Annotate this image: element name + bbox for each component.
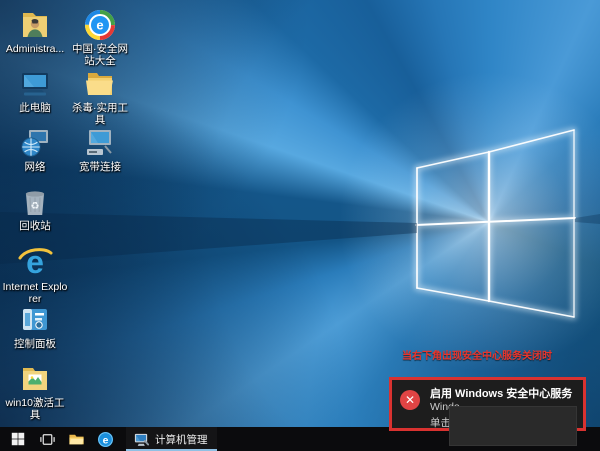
icon-label: win10激活工具: [2, 397, 68, 421]
taskbar-app-label: 计算机管理: [155, 432, 208, 447]
file-explorer-button[interactable]: [64, 427, 88, 451]
desktop-icon-antivirus-tools[interactable]: 杀毒·实用工具: [67, 67, 133, 126]
user-folder-icon: [18, 8, 52, 42]
icon-label: 控制面板: [2, 338, 68, 350]
internet-explorer-icon: e: [16, 244, 54, 280]
recycle-bin-icon: ♻: [18, 185, 52, 219]
win10-activation-folder-icon: [18, 362, 52, 396]
desktop-icon-win10-activation[interactable]: win10激活工具: [2, 362, 68, 421]
antivirus-tools-folder-icon: [83, 67, 117, 101]
control-panel-icon: [18, 303, 52, 337]
network-icon: [18, 126, 52, 160]
e-browser-icon: e: [97, 431, 114, 448]
icon-label: 宽带连接: [67, 161, 133, 173]
desktop-icon-internet-explorer[interactable]: e Internet Explorer: [2, 244, 68, 303]
task-view-icon: [39, 431, 56, 448]
svg-text:e: e: [102, 435, 108, 446]
icon-label: 杀毒·实用工具: [67, 102, 133, 126]
desktop-icon-column-1: Administra... 此电脑 网络 ♻: [2, 8, 68, 421]
annotation-hint-text: 当右下角出现安全中心服务关闭时: [402, 347, 592, 362]
desktop-icon-administrator[interactable]: Administra...: [2, 8, 68, 67]
icon-label: 网络: [2, 161, 68, 173]
broadband-connection-icon: [83, 126, 117, 160]
svg-text:♻: ♻: [31, 201, 40, 212]
desktop-icon-broadband[interactable]: 宽带连接: [67, 126, 133, 185]
computer-management-icon: [133, 431, 150, 448]
icon-label: Internet Explorer: [2, 281, 68, 305]
error-x-icon: ✕: [400, 390, 420, 410]
icon-label: 中国·安全网站大全: [67, 43, 133, 67]
toast-title: 启用 Windows 安全中心服务: [430, 385, 580, 401]
file-explorer-icon: [68, 431, 85, 448]
desktop-icon-china-safe-sites[interactable]: e 中国·安全网站大全: [67, 8, 133, 67]
desktop-icon-network[interactable]: 网络: [2, 126, 68, 185]
svg-text:e: e: [96, 18, 103, 33]
desktop-icon-control-panel[interactable]: 控制面板: [2, 303, 68, 362]
this-pc-icon: [18, 67, 52, 101]
windows-desktop: Administra... 此电脑 网络 ♻: [0, 0, 600, 451]
icon-label: 回收站: [2, 220, 68, 232]
icon-label: Administra...: [2, 43, 68, 55]
desktop-icon-recycle-bin[interactable]: ♻ 回收站: [2, 185, 68, 244]
dark-overlay-box: [449, 406, 577, 446]
start-button[interactable]: [6, 427, 30, 451]
windows-logo-icon: [10, 431, 26, 447]
desktop-icon-this-pc[interactable]: 此电脑: [2, 67, 68, 126]
china-safe-sites-icon: e: [83, 8, 117, 42]
taskbar-app-computer-management[interactable]: 计算机管理: [126, 427, 217, 451]
browser-button[interactable]: e: [93, 427, 117, 451]
desktop-icon-column-2: e 中国·安全网站大全 杀毒·实用工具 宽带连接: [67, 8, 133, 185]
icon-label: 此电脑: [2, 102, 68, 114]
task-view-button[interactable]: [35, 427, 59, 451]
